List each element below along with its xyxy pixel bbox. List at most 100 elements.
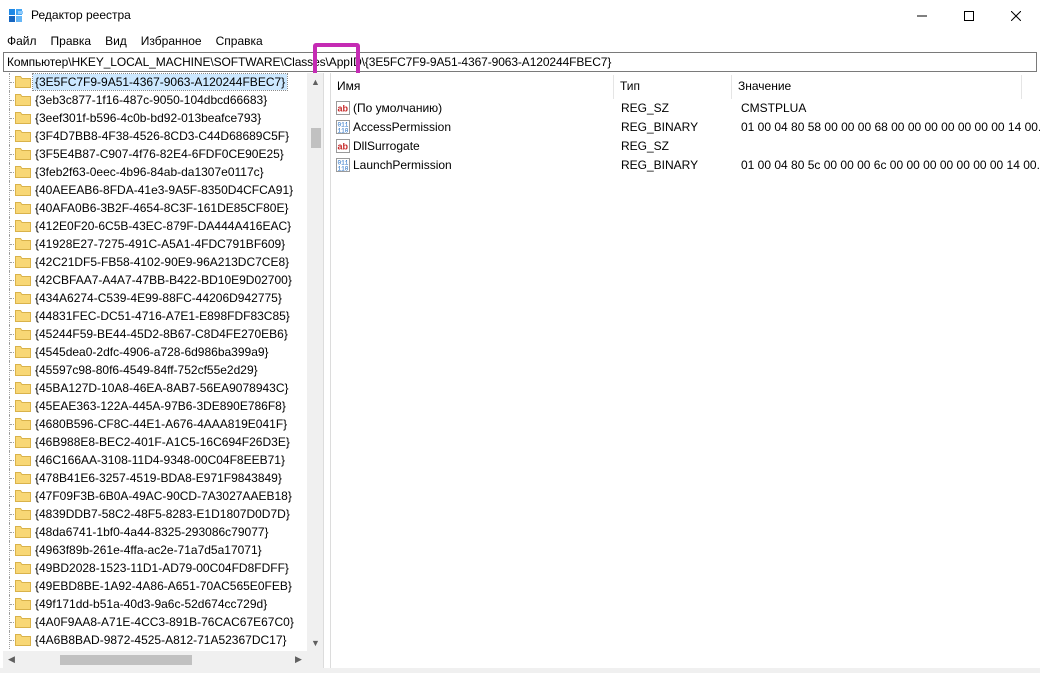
folder-icon — [15, 436, 31, 448]
folder-icon — [15, 400, 31, 412]
tree-key-item[interactable]: {434A6274-C539-4E99-88FC-44206D942775} — [3, 289, 307, 307]
folder-icon — [15, 184, 31, 196]
minimize-button[interactable] — [899, 0, 945, 32]
tree-key-item[interactable]: {45EAE363-122A-445A-97B6-3DE890E786F8} — [3, 397, 307, 415]
folder-icon — [15, 130, 31, 142]
address-bar[interactable]: Компьютер\HKEY_LOCAL_MACHINE\SOFTWARE\Cl… — [3, 52, 1037, 72]
folder-icon — [15, 382, 31, 394]
tree-key-item[interactable]: {4A6B8BAD-9872-4525-A812-71A52367DC17} — [3, 631, 307, 649]
tree-key-item[interactable]: {3F5E4B87-C907-4f76-82E4-6FDF0CE90E25} — [3, 145, 307, 163]
folder-icon — [15, 94, 31, 106]
scroll-right-icon[interactable]: ▶ — [290, 651, 307, 668]
tree-key-label: {4680B596-CF8C-44E1-A676-4AAA819E041F} — [35, 417, 288, 431]
tree-key-item[interactable]: {3feb2f63-0eec-4b96-84ab-da1307e0117c} — [3, 163, 307, 181]
tree-key-label: {46C166AA-3108-11D4-9348-00C04F8EEB71} — [35, 453, 285, 467]
tree-key-item[interactable]: {4963f89b-261e-4ffa-ac2e-71a7d5a17071} — [3, 541, 307, 559]
value-data: 01 00 04 80 58 00 00 00 68 00 00 00 00 0… — [741, 120, 1040, 134]
horizontal-scroll-thumb[interactable] — [60, 655, 192, 665]
tree-key-item[interactable]: {45244F59-BE44-45D2-8B67-C8D4FE270EB6} — [3, 325, 307, 343]
folder-icon — [15, 418, 31, 430]
tree-key-label: {434A6274-C539-4E99-88FC-44206D942775} — [35, 291, 282, 305]
tree-key-item[interactable]: {3eb3c877-1f16-487c-9050-104dbcd66683} — [3, 91, 307, 109]
tree-key-item[interactable]: {3E5FC7F9-9A51-4367-9063-A120244FBEC7} — [3, 73, 307, 91]
tree-key-label: {3feb2f63-0eec-4b96-84ab-da1307e0117c} — [35, 165, 264, 179]
tree-key-item[interactable]: {3eef301f-b596-4c0b-bd92-013beafce793} — [3, 109, 307, 127]
folder-icon — [15, 220, 31, 232]
tree-key-item[interactable]: {45BA127D-10A8-46EA-8AB7-56EA9078943C} — [3, 379, 307, 397]
scroll-up-icon[interactable]: ▲ — [307, 73, 323, 90]
tree-key-item[interactable]: {46C166AA-3108-11D4-9348-00C04F8EEB71} — [3, 451, 307, 469]
tree-key-label: {3F5E4B87-C907-4f76-82E4-6FDF0CE90E25} — [35, 147, 284, 161]
folder-icon — [15, 274, 31, 286]
column-header-name[interactable]: Имя — [331, 75, 614, 99]
tree-key-item[interactable]: {44831FEC-DC51-4716-A7E1-E898FDF83C85} — [3, 307, 307, 325]
tree-key-item[interactable]: {45597c98-80f6-4549-84ff-752cf55e2d29} — [3, 361, 307, 379]
tree-key-item[interactable]: {40AEEAB6-8FDA-41e3-9A5F-8350D4CFCA91} — [3, 181, 307, 199]
value-row[interactable]: 011 110 AccessPermission REG_BINARY 01 00 04… — [331, 118, 1040, 137]
title-bar: Редактор реестра — [0, 0, 1040, 32]
tree-key-label: {45244F59-BE44-45D2-8B67-C8D4FE270EB6} — [35, 327, 288, 341]
folder-icon — [15, 112, 31, 124]
scroll-down-icon[interactable]: ▼ — [307, 634, 323, 651]
tree-key-item[interactable]: {48da6741-1bf0-4a44-8325-293086c79077} — [3, 523, 307, 541]
tree-key-label: {42CBFAA7-A4A7-47BB-B422-BD10E9D02700} — [35, 273, 292, 287]
tree-key-item[interactable]: {42CBFAA7-A4A7-47BB-B422-BD10E9D02700} — [3, 271, 307, 289]
close-button[interactable] — [993, 0, 1039, 32]
folder-icon — [15, 472, 31, 484]
tree-horizontal-scrollbar[interactable]: ◀ ▶ — [3, 651, 307, 668]
column-header-type[interactable]: Тип — [614, 75, 732, 99]
tree-key-item[interactable]: {41928E27-7275-491C-A5A1-4FDC791BF609} — [3, 235, 307, 253]
scroll-left-icon[interactable]: ◀ — [3, 651, 20, 668]
value-row[interactable]: ab DllSurrogate REG_SZ — [331, 137, 1031, 156]
tree-key-label: {3eef301f-b596-4c0b-bd92-013beafce793} — [35, 111, 262, 125]
folder-icon — [15, 292, 31, 304]
tree-key-item[interactable]: {412E0F20-6C5B-43EC-879F-DA444A416EAC} — [3, 217, 307, 235]
tree-vertical-scrollbar[interactable]: ▲ ▼ — [307, 73, 323, 651]
tree-key-item[interactable]: {4A0F9AA8-A71E-4CC3-891B-76CAC67E67C0} — [3, 613, 307, 631]
folder-icon — [15, 346, 31, 358]
value-row[interactable]: 011 110 LaunchPermission REG_BINARY 01 00 04… — [331, 156, 1040, 175]
tree-key-label: {4545dea0-2dfc-4906-a728-6d986ba399a9} — [35, 345, 269, 359]
tree-key-item[interactable]: {42C21DF5-FB58-4102-90E9-96A213DC7CE8} — [3, 253, 307, 271]
tree-key-item[interactable]: {4839DDB7-58C2-48F5-8283-E1D1807D0D7D} — [3, 505, 307, 523]
pane-splitter[interactable] — [323, 73, 331, 668]
tree-key-item[interactable]: {40AFA0B6-3B2F-4654-8C3F-161DE85CF80E} — [3, 199, 307, 217]
tree-key-item[interactable]: {49f171dd-b51a-40d3-9a6c-52d674cc729d} — [3, 595, 307, 613]
menu-view[interactable]: Вид — [98, 32, 134, 50]
folder-icon — [15, 634, 31, 646]
value-name: AccessPermission — [353, 120, 452, 134]
column-header-data[interactable]: Значение — [732, 75, 1022, 99]
tree-key-item[interactable]: {4545dea0-2dfc-4906-a728-6d986ba399a9} — [3, 343, 307, 361]
tree-key-item[interactable]: {47F09F3B-6B0A-49AC-90CD-7A3027AAEB18} — [3, 487, 307, 505]
vertical-scroll-thumb[interactable] — [311, 128, 321, 148]
folder-icon — [15, 76, 31, 88]
tree-key-item[interactable]: {4680B596-CF8C-44E1-A676-4AAA819E041F} — [3, 415, 307, 433]
folder-icon — [15, 616, 31, 628]
tree-key-label: {478B41E6-3257-4519-BDA8-E971F9843849} — [35, 471, 282, 485]
folder-icon — [15, 598, 31, 610]
tree-key-label: {44831FEC-DC51-4716-A7E1-E898FDF83C85} — [35, 309, 290, 323]
key-tree-pane: {3E5FC7F9-9A51-4367-9063-A120244FBEC7} {3… — [3, 73, 323, 668]
folder-icon — [15, 310, 31, 322]
folder-icon — [15, 148, 31, 160]
folder-icon — [15, 544, 31, 556]
menu-edit[interactable]: Правка — [44, 32, 99, 50]
value-name: LaunchPermission — [353, 158, 452, 172]
tree-key-label: {4A0F9AA8-A71E-4CC3-891B-76CAC67E67C0} — [35, 615, 294, 629]
svg-text:110: 110 — [338, 128, 349, 135]
tree-key-item[interactable]: {3F4D7BB8-4F38-4526-8CD3-C44D68689C5F} — [3, 127, 307, 145]
binary-value-icon: 011110 — [336, 120, 350, 134]
tree-key-item[interactable]: {49BD2028-1523-11D1-AD79-00C04FD8FDFF} — [3, 559, 307, 577]
menu-favorites[interactable]: Избранное — [134, 32, 209, 50]
tree-key-label: {40AEEAB6-8FDA-41e3-9A5F-8350D4CFCA91} — [35, 183, 294, 197]
menu-file[interactable]: Файл — [0, 32, 44, 50]
tree-key-item[interactable]: {478B41E6-3257-4519-BDA8-E971F9843849} — [3, 469, 307, 487]
tree-key-item[interactable]: {49EBD8BE-1A92-4A86-A651-70AC565E0FEB} — [3, 577, 307, 595]
folder-icon — [15, 364, 31, 376]
menu-help[interactable]: Справка — [209, 32, 270, 50]
string-value-icon: ab — [336, 139, 350, 153]
folder-icon — [15, 454, 31, 466]
tree-key-item[interactable]: {46B988E8-BEC2-401F-A1C5-16C694F26D3E} — [3, 433, 307, 451]
value-row[interactable]: ab (По умолчанию) REG_SZ CMSTPLUA — [331, 99, 1031, 118]
maximize-button[interactable] — [946, 0, 992, 32]
